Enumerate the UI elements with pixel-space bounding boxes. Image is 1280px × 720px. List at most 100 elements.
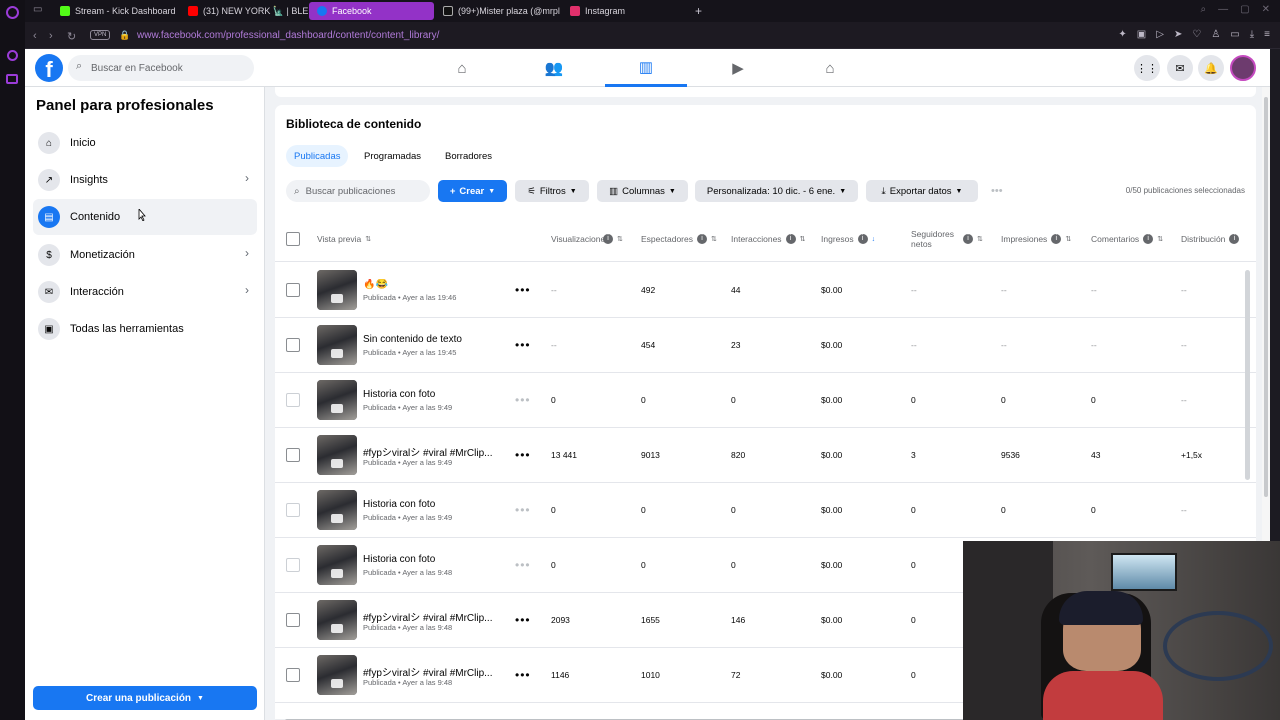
download-icon[interactable]: ⤓	[1250, 29, 1254, 40]
sort-icon[interactable]: ⇅	[711, 235, 717, 243]
page-scroll-thumb[interactable]	[1264, 97, 1268, 497]
row-more-icon[interactable]: •••	[515, 668, 531, 682]
tab-menu-icon[interactable]: ▭	[33, 4, 42, 15]
row-more-icon[interactable]: •••	[515, 503, 531, 517]
more-options-icon[interactable]: •••	[991, 185, 1003, 197]
table-row[interactable]: Sin contenido de texto Publicada • Ayer a…	[275, 318, 1256, 373]
sidebar-item-monetizacion[interactable]: $ Monetización ›	[33, 237, 257, 273]
row-checkbox[interactable]	[286, 668, 300, 682]
row-checkbox[interactable]	[286, 448, 300, 462]
create-button[interactable]: + Crear ▼	[438, 180, 507, 202]
tab-instagram[interactable]: Instagram	[562, 2, 688, 20]
col-views[interactable]: Visualizaciones i ⇅	[551, 216, 623, 262]
col-preview[interactable]: Vista previa ⇅	[317, 216, 371, 262]
row-more-icon[interactable]: •••	[515, 393, 531, 407]
play-icon[interactable]: ▷	[1156, 29, 1164, 40]
sort-icon[interactable]: ⇅	[800, 235, 806, 243]
search-tabs-icon[interactable]: ⌕	[1201, 4, 1207, 15]
row-more-icon[interactable]: •••	[515, 338, 531, 352]
post-title[interactable]: Sin contenido de texto	[363, 334, 503, 345]
heart-icon[interactable]: ♡	[1192, 29, 1201, 40]
sidebar-item-interaccion[interactable]: ✉ Interacción ›	[33, 274, 257, 310]
facebook-search-input[interactable]	[91, 55, 249, 81]
home-icon[interactable]: ⌂	[421, 49, 503, 87]
info-icon[interactable]: i	[1051, 234, 1062, 244]
table-row[interactable]: Historia con foto Publicada • Ayer a las …	[275, 483, 1256, 538]
sidebar-item-insights[interactable]: ↗ Insights ›	[33, 162, 257, 198]
col-distribution[interactable]: Distribución i	[1181, 216, 1240, 262]
friends-icon[interactable]: 👥	[513, 49, 595, 87]
snapshot-icon[interactable]: ▣	[1137, 29, 1146, 40]
date-range-button[interactable]: Personalizada: 10 dic. - 6 ene. ▼	[695, 180, 858, 202]
row-checkbox[interactable]	[286, 283, 300, 297]
sidebar-item-herramientas[interactable]: ▣ Todas las herramientas	[33, 311, 257, 347]
sort-down-icon[interactable]: ↓	[872, 236, 876, 243]
post-title[interactable]: Historia con foto	[363, 389, 503, 400]
marketplace-icon[interactable]: ⌂	[789, 49, 871, 87]
row-checkbox[interactable]	[286, 338, 300, 352]
row-more-icon[interactable]: •••	[515, 283, 531, 297]
select-all-checkbox[interactable]	[286, 232, 300, 246]
post-thumbnail[interactable]	[317, 270, 357, 310]
post-title[interactable]: #fypシviralシ #viral #MrClip...	[363, 444, 503, 459]
row-checkbox[interactable]	[286, 393, 300, 407]
post-title[interactable]: Historia con foto	[363, 499, 503, 510]
col-impressions[interactable]: Impresiones i ⇅	[1001, 216, 1071, 262]
video-icon[interactable]: ▶	[697, 49, 779, 87]
menu-grid-icon[interactable]: ⋮⋮	[1134, 55, 1160, 81]
post-title[interactable]: 🔥😂	[363, 279, 503, 290]
sort-icon[interactable]: ⇅	[617, 235, 623, 243]
info-icon[interactable]: i	[1229, 234, 1240, 244]
row-more-icon[interactable]: •••	[515, 558, 531, 572]
table-row[interactable]: #fypシviralシ #viral #MrClip... Publicada •…	[275, 428, 1256, 483]
post-title[interactable]: #fypシviralシ #viral #MrClip...	[363, 664, 503, 679]
col-comments[interactable]: Comentarios i ⇅	[1091, 216, 1163, 262]
post-thumbnail[interactable]	[317, 435, 357, 475]
back-icon[interactable]: ‹	[33, 30, 37, 42]
filters-button[interactable]: ⚟ Filtros ▼	[515, 180, 589, 202]
info-icon[interactable]: i	[785, 234, 796, 244]
info-icon[interactable]: i	[1143, 234, 1154, 244]
tab-youtube[interactable]: (31) NEW YORK 🗽 | BLES	[180, 2, 308, 20]
export-button[interactable]: ⤓ Exportar datos ▼	[866, 180, 978, 202]
tab-facebook[interactable]: Facebook	[309, 2, 434, 20]
profile-avatar[interactable]	[1230, 55, 1256, 81]
row-checkbox[interactable]	[286, 613, 300, 627]
sidebar-item-inicio[interactable]: ⌂ Inicio	[33, 125, 257, 161]
tab-borradores[interactable]: Borradores	[437, 145, 500, 167]
minimize-icon[interactable]: —	[1218, 4, 1228, 15]
row-more-icon[interactable]: •••	[515, 613, 531, 627]
messenger-rail-icon[interactable]	[7, 50, 18, 61]
vpn-badge[interactable]: VPN	[90, 30, 111, 40]
post-thumbnail[interactable]	[317, 545, 357, 585]
info-icon[interactable]: i	[603, 234, 613, 244]
col-interactions[interactable]: Interacciones i ⇅	[731, 216, 805, 262]
facebook-search[interactable]: ⌕	[68, 55, 254, 81]
post-thumbnail[interactable]	[317, 490, 357, 530]
col-viewers[interactable]: Espectadores i ⇅	[641, 216, 717, 262]
sort-icon[interactable]: ⇅	[977, 235, 983, 243]
post-thumbnail[interactable]	[317, 655, 357, 695]
tab-publicadas[interactable]: Publicadas	[286, 145, 349, 167]
sort-icon[interactable]: ⇅	[1157, 235, 1163, 243]
info-icon[interactable]: i	[857, 234, 868, 244]
dashboard-icon[interactable]: ▥	[605, 49, 687, 87]
reload-icon[interactable]: ↻	[67, 30, 76, 43]
messenger-icon[interactable]: ✉	[1167, 55, 1193, 81]
workspace-rail-icon[interactable]	[6, 74, 18, 84]
url-field[interactable]: www.facebook.com/professional_dashboard/…	[137, 30, 439, 41]
forward-icon[interactable]: ›	[49, 30, 53, 42]
sort-icon[interactable]: ⇅	[1065, 235, 1071, 243]
menu-icon[interactable]: ≡	[1264, 29, 1270, 40]
table-row[interactable]: 🔥😂 Publicada • Ayer a las 19:46 ••• -- 492 44…	[275, 263, 1256, 318]
bell-icon[interactable]: 🔔	[1198, 55, 1224, 81]
info-icon[interactable]: i	[963, 234, 973, 244]
row-checkbox[interactable]	[286, 503, 300, 517]
maximize-icon[interactable]: ▢	[1240, 4, 1249, 15]
row-checkbox[interactable]	[286, 558, 300, 572]
row-more-icon[interactable]: •••	[515, 448, 531, 462]
facebook-logo[interactable]: f	[35, 54, 63, 82]
table-scrollbar[interactable]	[1245, 270, 1250, 480]
wallet-icon[interactable]: ▭	[1230, 29, 1239, 40]
post-title[interactable]: Historia con foto	[363, 554, 503, 565]
